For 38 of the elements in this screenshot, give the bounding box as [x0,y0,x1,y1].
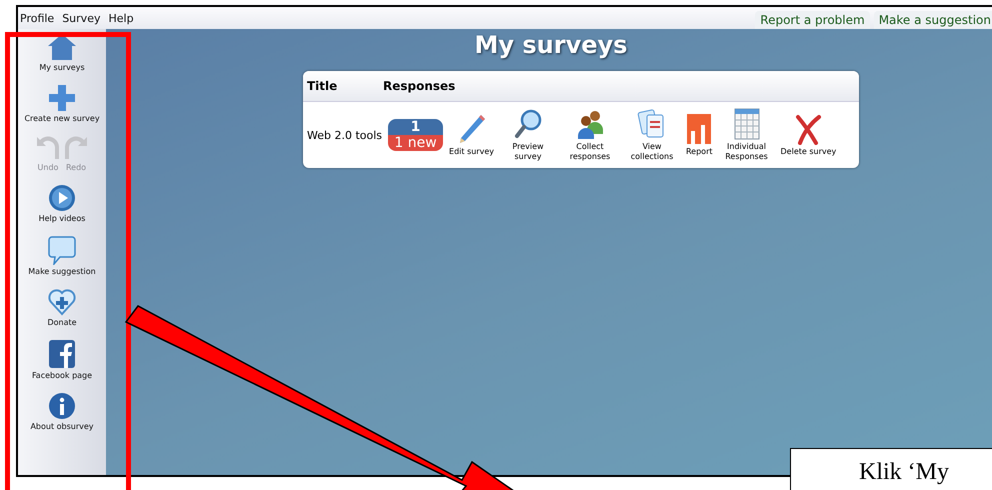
column-header: Title [307,79,338,93]
play-icon [48,184,76,212]
magnifier-icon [512,108,543,140]
survey-action[interactable]: Delete survey [780,113,836,157]
response-count: 1 [388,119,444,135]
sidebar-item[interactable]: Donate [47,288,77,327]
undo-arrow-icon [35,135,61,161]
header-link[interactable]: Report a problem [755,11,870,29]
survey-action[interactable]: Collect responses [562,108,618,162]
sidebar-item[interactable]: About obsurvey [30,392,94,431]
sidebar-item[interactable]: Help videos [38,184,86,223]
survey-title: Web 2.0 tools [307,128,382,142]
info-icon [48,392,76,420]
page-title: My surveys [474,31,628,59]
grid-table-icon [734,108,760,140]
redo-arrow-icon [63,135,89,161]
menu-item[interactable]: Survey [62,12,100,24]
menu-item[interactable]: Profile [20,12,54,24]
speech-bubble-icon [48,235,76,265]
survey-action[interactable]: Preview survey [500,108,556,162]
facebook-icon [48,339,76,369]
survey-action[interactable]: View collections [624,108,680,162]
bar-chart-icon [686,113,712,145]
sidebar-item[interactable]: Make suggestion [28,235,96,276]
survey-action[interactable]: Individual Responses [718,108,775,162]
survey-action[interactable]: Report [686,113,713,157]
note-text: Klik ‘My [859,459,949,486]
sidebar-item[interactable]: Create new survey [24,84,100,123]
plus-icon [48,84,76,112]
new-responses-badge: 1 new [388,135,444,151]
menu-item[interactable]: Help [108,12,134,24]
heart-plus-icon [48,288,76,316]
header-link[interactable]: Make a suggestion [874,11,992,29]
sidebar-item[interactable]: My surveys [39,33,85,72]
delete-icon [794,113,822,145]
sidebar-item[interactable]: Facebook page [32,339,92,380]
column-header: Responses [383,79,456,93]
survey-action[interactable]: Edit survey [449,113,494,157]
